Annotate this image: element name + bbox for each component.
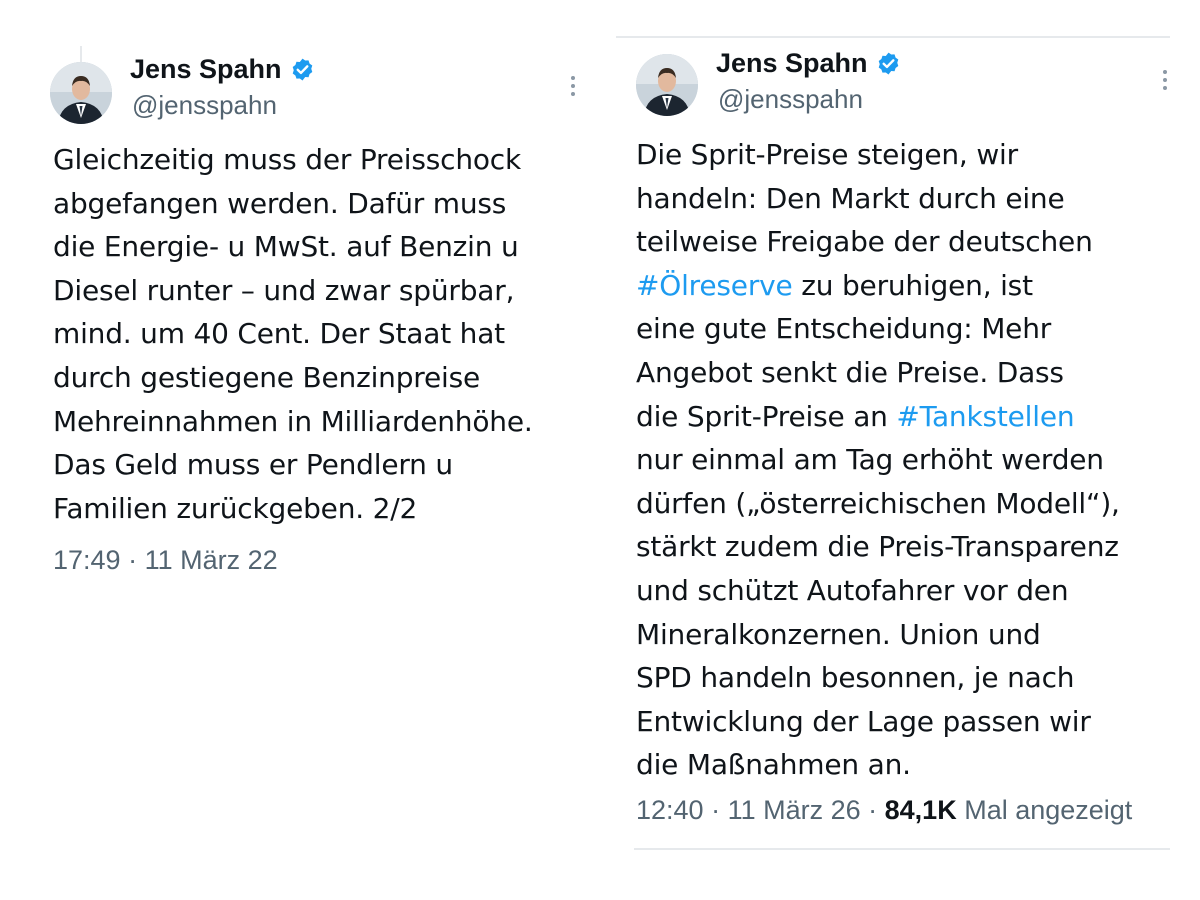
more-dots-icon[interactable] — [1161, 68, 1169, 92]
tweet-text-line: handeln: Den Markt durch eine — [636, 177, 1120, 221]
tweet-date[interactable]: 11 März 26 — [728, 795, 861, 825]
author-name-text[interactable]: Jens Spahn — [716, 48, 868, 79]
avatar[interactable] — [50, 62, 112, 124]
avatar-image — [636, 54, 698, 116]
tweet-text-segment: handeln: Den Markt durch eine — [636, 181, 1065, 215]
author-name-text[interactable]: Jens Spahn — [130, 54, 282, 85]
tweet-text: Gleichzeitig muss der Preisschock abgefan… — [53, 138, 533, 530]
tweet-text-line: stärkt zudem die Preis-Transparenz — [636, 525, 1120, 569]
more-dots-icon[interactable] — [569, 74, 577, 98]
avatar[interactable] — [636, 54, 698, 116]
tweet-text-line: eine gute Entscheidung: Mehr — [636, 307, 1120, 351]
tweet-date[interactable]: 11 März 22 — [145, 545, 278, 575]
tweet-text-line: und schützt Autofahrer vor den — [636, 569, 1120, 613]
tweet-text-line: Entwicklung der Lage passen wir — [636, 700, 1120, 744]
tweet-text-line: nur einmal am Tag erhöht werden — [636, 438, 1120, 482]
tweet-text-segment: SPD handeln besonnen, je nach — [636, 661, 1075, 695]
tweet-text-line: abgefangen werden. Dafür muss — [53, 182, 533, 226]
tweet-text-line: durch gestiegene Benzinpreise — [53, 356, 533, 400]
tweet-text: Die Sprit-Preise steigen, wir handeln: De… — [636, 133, 1120, 787]
tweet-text-line: Die Sprit-Preise steigen, wir — [636, 133, 1120, 177]
tweet-text-line: Mehreinnahmen in Milliardenhöhe. — [53, 400, 533, 444]
tweet-text-segment: Angebot senkt die Preise. Dass — [636, 355, 1064, 389]
tweet-text-line: SPD handeln besonnen, je nach — [636, 656, 1120, 700]
tweet-text-segment: Gleichzeitig muss der Preisschock — [53, 143, 522, 176]
tweet-text-line: Das Geld muss er Pendlern u — [53, 443, 533, 487]
tweet-text-line: dürfen („österreichischen Modell“), — [636, 482, 1120, 526]
hashtag-link[interactable]: #Ölreserve — [636, 269, 793, 302]
verified-badge-icon — [292, 58, 312, 81]
author-name[interactable]: Jens Spahn — [716, 48, 901, 79]
tweet-text-segment: Entwicklung der Lage passen wir — [636, 704, 1091, 738]
tweet-meta: 17:49 · 11 März 22 — [53, 545, 278, 576]
author-name[interactable]: Jens Spahn — [130, 54, 315, 85]
tweet-text-line: teilweise Freigabe der deutschen — [636, 220, 1120, 264]
author-handle[interactable]: @jensspahn — [718, 84, 863, 115]
tweet-time[interactable]: 12:40 — [636, 795, 704, 825]
meta-separator: · — [703, 795, 728, 825]
tweet-text-segment: Das Geld muss er Pendlern u — [53, 448, 453, 482]
view-count[interactable]: 84,1K — [885, 795, 957, 825]
tweet-text-segment: dürfen („österreichischen Modell“), — [636, 486, 1120, 520]
meta-separator: · — [860, 795, 885, 825]
tweet-text-line: #Ölreserve zu beruhigen, ist — [636, 264, 1120, 308]
tweet-text-line: mind. um 40 Cent. Der Staat hat — [53, 312, 533, 356]
tweet-meta: 12:40 · 11 März 26 · 84,1K Mal angezeigt — [636, 795, 1132, 826]
tweet-text-segment: Diesel runter – und zwar spürbar, — [53, 273, 515, 307]
tweet-text-segment: Die Sprit-Preise steigen, wir — [636, 138, 1018, 171]
tweet-text-segment: die Maßnahmen an. — [636, 748, 911, 782]
tweet-text-segment: teilweise Freigabe der deutschen — [636, 225, 1093, 259]
tweet-text-segment: mind. um 40 Cent. Der Staat hat — [53, 317, 505, 351]
tweet-time[interactable]: 17:49 — [53, 545, 121, 575]
tweet-text-segment: nur einmal am Tag erhöht werden — [636, 443, 1104, 477]
author-handle[interactable]: @jensspahn — [132, 90, 277, 121]
tweet-text-segment: durch gestiegene Benzinpreise — [53, 360, 480, 394]
tweet-card: Jens Spahn @jensspahn Gleichzeitig muss … — [28, 40, 608, 640]
tweet-text-segment: zu beruhigen, ist — [792, 268, 1033, 302]
meta-separator: · — [120, 545, 145, 575]
tweet-text-line: die Sprit-Preise an #Tankstellen — [636, 395, 1120, 439]
tweet-text-segment: Familien zurückgeben. 2/2 — [53, 491, 418, 525]
view-count-label: Mal angezeigt — [956, 795, 1133, 825]
tweet-text-line: Diesel runter – und zwar spürbar, — [53, 269, 533, 313]
divider — [616, 36, 1170, 38]
tweet-text-line: die Maßnahmen an. — [636, 743, 1120, 787]
tweet-card: Jens Spahn @jensspahn Die Sprit-Preise s… — [616, 36, 1200, 856]
tweet-text-segment: stärkt zudem die Preis-Transparenz — [636, 530, 1119, 564]
tweet-text-line: Familien zurückgeben. 2/2 — [53, 487, 533, 531]
tweet-text-segment: Mehreinnahmen in Milliardenhöhe. — [53, 404, 533, 438]
tweet-text-segment: eine gute Entscheidung: Mehr — [636, 312, 1052, 346]
divider — [634, 848, 1170, 850]
tweet-text-segment: und schützt Autofahrer vor den — [636, 573, 1069, 607]
tweet-text-line: Gleichzeitig muss der Preisschock — [53, 138, 533, 182]
tweet-text-line: die Energie- u MwSt. auf Benzin u — [53, 225, 533, 269]
tweet-text-segment: abgefangen werden. Dafür muss — [53, 186, 507, 220]
tweet-text-line: Mineralkonzernen. Union und — [636, 613, 1120, 657]
tweet-text-line: Angebot senkt die Preise. Dass — [636, 351, 1120, 395]
tweet-text-segment: Mineralkonzernen. Union und — [636, 617, 1041, 651]
verified-badge-icon — [878, 52, 898, 75]
hashtag-link[interactable]: #Tankstellen — [896, 400, 1074, 433]
tweet-text-segment: die Sprit-Preise an — [636, 399, 897, 433]
tweet-text-segment: die Energie- u MwSt. auf Benzin u — [53, 230, 519, 264]
avatar-image — [50, 62, 112, 124]
